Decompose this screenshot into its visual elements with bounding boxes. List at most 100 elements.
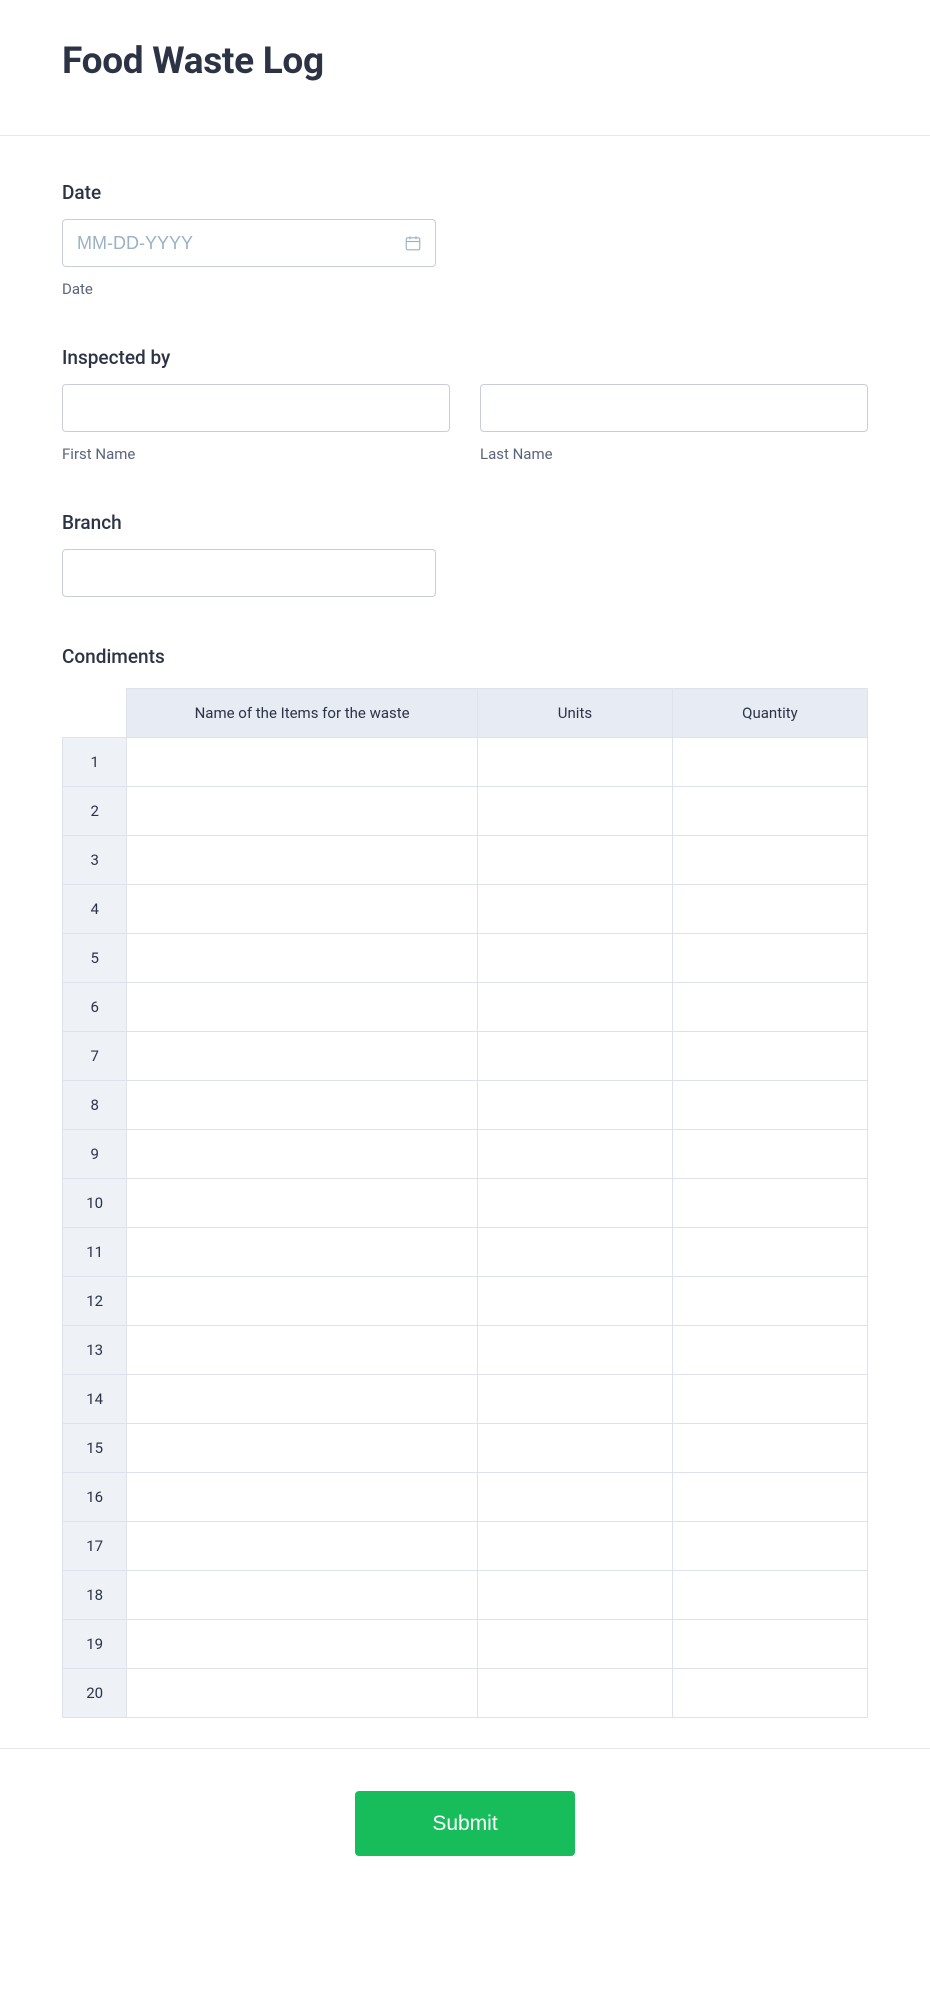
units-input[interactable] (479, 1327, 671, 1373)
units-input[interactable] (479, 1229, 671, 1275)
last-name-input[interactable] (480, 384, 868, 432)
name-input[interactable] (128, 788, 476, 834)
cell-name (127, 1620, 478, 1669)
units-input[interactable] (479, 1670, 671, 1716)
table-row: 9 (63, 1130, 868, 1179)
submit-button[interactable]: Submit (355, 1791, 575, 1856)
cell-quantity (672, 1326, 867, 1375)
units-input[interactable] (479, 1523, 671, 1569)
table-row: 18 (63, 1571, 868, 1620)
cell-quantity (672, 1179, 867, 1228)
name-input[interactable] (128, 1082, 476, 1128)
cell-units (477, 836, 672, 885)
table-row: 17 (63, 1522, 868, 1571)
row-number: 18 (63, 1571, 127, 1620)
table-row: 13 (63, 1326, 868, 1375)
name-input[interactable] (128, 1327, 476, 1373)
quantity-input[interactable] (674, 1523, 866, 1569)
name-input[interactable] (128, 984, 476, 1030)
name-input[interactable] (128, 1425, 476, 1471)
row-number: 3 (63, 836, 127, 885)
units-input[interactable] (479, 739, 671, 785)
cell-units (477, 1326, 672, 1375)
row-number: 7 (63, 1032, 127, 1081)
quantity-input[interactable] (674, 739, 866, 785)
quantity-input[interactable] (674, 1180, 866, 1226)
row-number: 13 (63, 1326, 127, 1375)
cell-quantity (672, 1424, 867, 1473)
units-input[interactable] (479, 1621, 671, 1667)
cell-name (127, 1326, 478, 1375)
cell-name (127, 1424, 478, 1473)
units-input[interactable] (479, 935, 671, 981)
name-input[interactable] (128, 1376, 476, 1422)
name-input[interactable] (128, 1523, 476, 1569)
units-input[interactable] (479, 1278, 671, 1324)
name-input[interactable] (128, 739, 476, 785)
name-input[interactable] (128, 886, 476, 932)
cell-name (127, 836, 478, 885)
name-input[interactable] (128, 1278, 476, 1324)
row-number: 15 (63, 1424, 127, 1473)
name-input[interactable] (128, 1033, 476, 1079)
quantity-input[interactable] (674, 1229, 866, 1275)
name-input[interactable] (128, 1229, 476, 1275)
quantity-input[interactable] (674, 984, 866, 1030)
cell-units (477, 885, 672, 934)
quantity-input[interactable] (674, 1278, 866, 1324)
cell-quantity (672, 1571, 867, 1620)
quantity-input[interactable] (674, 1474, 866, 1520)
units-input[interactable] (479, 984, 671, 1030)
table-row: 7 (63, 1032, 868, 1081)
quantity-input[interactable] (674, 1572, 866, 1618)
col-header-units: Units (477, 689, 672, 738)
row-number: 19 (63, 1620, 127, 1669)
quantity-input[interactable] (674, 1376, 866, 1422)
row-number: 8 (63, 1081, 127, 1130)
name-input[interactable] (128, 1131, 476, 1177)
quantity-input[interactable] (674, 1425, 866, 1471)
units-input[interactable] (479, 788, 671, 834)
quantity-input[interactable] (674, 1670, 866, 1716)
quantity-input[interactable] (674, 1082, 866, 1128)
name-input[interactable] (128, 837, 476, 883)
row-number-header (63, 689, 127, 738)
quantity-input[interactable] (674, 935, 866, 981)
units-input[interactable] (479, 1033, 671, 1079)
table-row: 16 (63, 1473, 868, 1522)
quantity-input[interactable] (674, 1131, 866, 1177)
branch-label: Branch (62, 511, 868, 534)
units-input[interactable] (479, 1474, 671, 1520)
table-row: 4 (63, 885, 868, 934)
branch-block: Branch (62, 511, 868, 597)
col-header-quantity: Quantity (672, 689, 867, 738)
units-input[interactable] (479, 886, 671, 932)
quantity-input[interactable] (674, 1621, 866, 1667)
cell-name (127, 983, 478, 1032)
name-input[interactable] (128, 1474, 476, 1520)
units-input[interactable] (479, 1376, 671, 1422)
first-name-input[interactable] (62, 384, 450, 432)
units-input[interactable] (479, 1131, 671, 1177)
units-input[interactable] (479, 1572, 671, 1618)
name-input[interactable] (128, 1621, 476, 1667)
units-input[interactable] (479, 1425, 671, 1471)
cell-name (127, 1277, 478, 1326)
name-input[interactable] (128, 1180, 476, 1226)
date-input[interactable] (62, 219, 436, 267)
name-input[interactable] (128, 935, 476, 981)
name-input[interactable] (128, 1572, 476, 1618)
quantity-input[interactable] (674, 1327, 866, 1373)
quantity-input[interactable] (674, 837, 866, 883)
cell-units (477, 1130, 672, 1179)
units-input[interactable] (479, 1082, 671, 1128)
quantity-input[interactable] (674, 1033, 866, 1079)
table-row: 2 (63, 787, 868, 836)
units-input[interactable] (479, 837, 671, 883)
cell-units (477, 1032, 672, 1081)
quantity-input[interactable] (674, 788, 866, 834)
quantity-input[interactable] (674, 886, 866, 932)
name-input[interactable] (128, 1670, 476, 1716)
units-input[interactable] (479, 1180, 671, 1226)
branch-input[interactable] (62, 549, 436, 597)
